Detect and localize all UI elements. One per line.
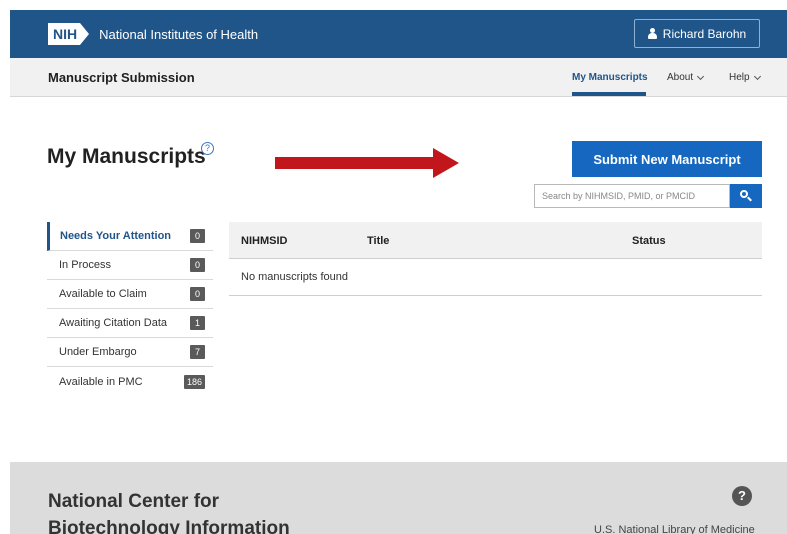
submit-new-manuscript-button[interactable]: Submit New Manuscript [572,141,762,177]
column-header-nihmsid[interactable]: NIHMSID [241,235,287,247]
status-count-badge: 0 [190,258,205,272]
user-name: Richard Barohn [662,26,747,41]
status-count-badge: 1 [190,316,205,330]
footer-org-link[interactable]: U.S. National Library of Medicine [594,524,755,534]
empty-table-message: No manuscripts found [229,259,762,296]
footer-title[interactable]: National Center for Biotechnology Inform… [48,488,348,534]
tab-about-label: About [667,72,694,83]
app-title[interactable]: Manuscript Submission [48,70,195,85]
top-bar: NIH National Institutes of Health Richar… [10,10,787,58]
status-label: Under Embargo [59,346,137,358]
status-label: Available to Claim [59,288,147,300]
status-label: In Process [59,259,111,271]
status-count-badge: 186 [183,374,205,389]
active-tab-indicator [572,92,646,96]
chevron-down-icon [697,72,705,80]
nih-logo-chevron [80,23,90,45]
table-header: NIHMSID Title Status [229,222,762,259]
status-label: Available in PMC [59,375,143,388]
tab-my-manuscripts[interactable]: My Manuscripts [572,72,648,83]
status-count-badge: 0 [190,287,205,301]
status-count-badge: 0 [190,229,205,243]
help-icon[interactable]: ? [732,486,752,506]
search-icon [740,190,752,202]
status-label: Awaiting Citation Data [59,317,168,329]
tab-help-label: Help [729,72,750,83]
tab-help[interactable]: Help [729,72,761,83]
tab-about[interactable]: About [667,72,705,83]
user-icon [647,28,657,39]
org-name: National Institutes of Health [99,26,259,42]
manuscripts-table: NIHMSID Title Status No manuscripts foun… [229,222,762,296]
page-title: My Manuscripts [47,145,206,168]
search-bar [534,184,762,208]
status-available-to-claim[interactable]: Available to Claim 0 [47,280,213,309]
search-button[interactable] [730,184,762,208]
nih-logo[interactable]: NIH National Institutes of Health [48,22,258,46]
status-count-badge: 7 [190,345,205,359]
annotation-arrow-icon [275,148,459,178]
tab-my-manuscripts-label: My Manuscripts [572,72,648,83]
status-filter-list: Needs Your Attention 0 In Process 0 Avai… [47,222,213,396]
status-needs-your-attention[interactable]: Needs Your Attention 0 [47,222,213,251]
search-input[interactable] [534,184,730,208]
column-header-title[interactable]: Title [367,235,389,247]
user-account-button[interactable]: Richard Barohn [634,19,760,48]
chevron-down-icon [753,72,761,80]
question-circle-icon[interactable]: ? [201,142,214,155]
status-label: Needs Your Attention [60,230,172,242]
status-in-process[interactable]: In Process 0 [47,251,213,280]
status-under-embargo[interactable]: Under Embargo 7 [47,338,213,367]
column-header-status[interactable]: Status [632,235,666,247]
sub-navigation: Manuscript Submission My Manuscripts Abo… [10,58,787,97]
status-available-in-pmc[interactable]: Available in PMC 186 [47,367,213,396]
nih-logo-mark: NIH [48,23,81,45]
footer: National Center for Biotechnology Inform… [10,462,787,534]
status-awaiting-citation-data[interactable]: Awaiting Citation Data 1 [47,309,213,338]
